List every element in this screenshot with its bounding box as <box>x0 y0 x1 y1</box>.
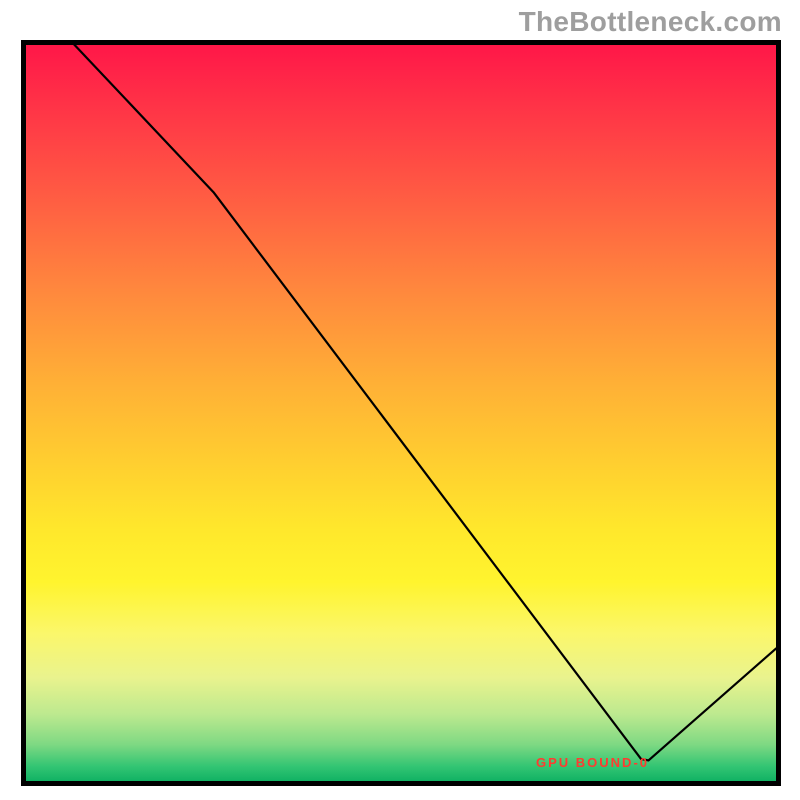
chart-plot-area: GPU BOUND-0 <box>21 40 781 786</box>
chart-series-line <box>26 45 776 760</box>
series-label: GPU BOUND-0 <box>536 755 649 770</box>
chart-line-layer <box>26 45 776 781</box>
watermark-text: TheBottleneck.com <box>519 6 782 38</box>
